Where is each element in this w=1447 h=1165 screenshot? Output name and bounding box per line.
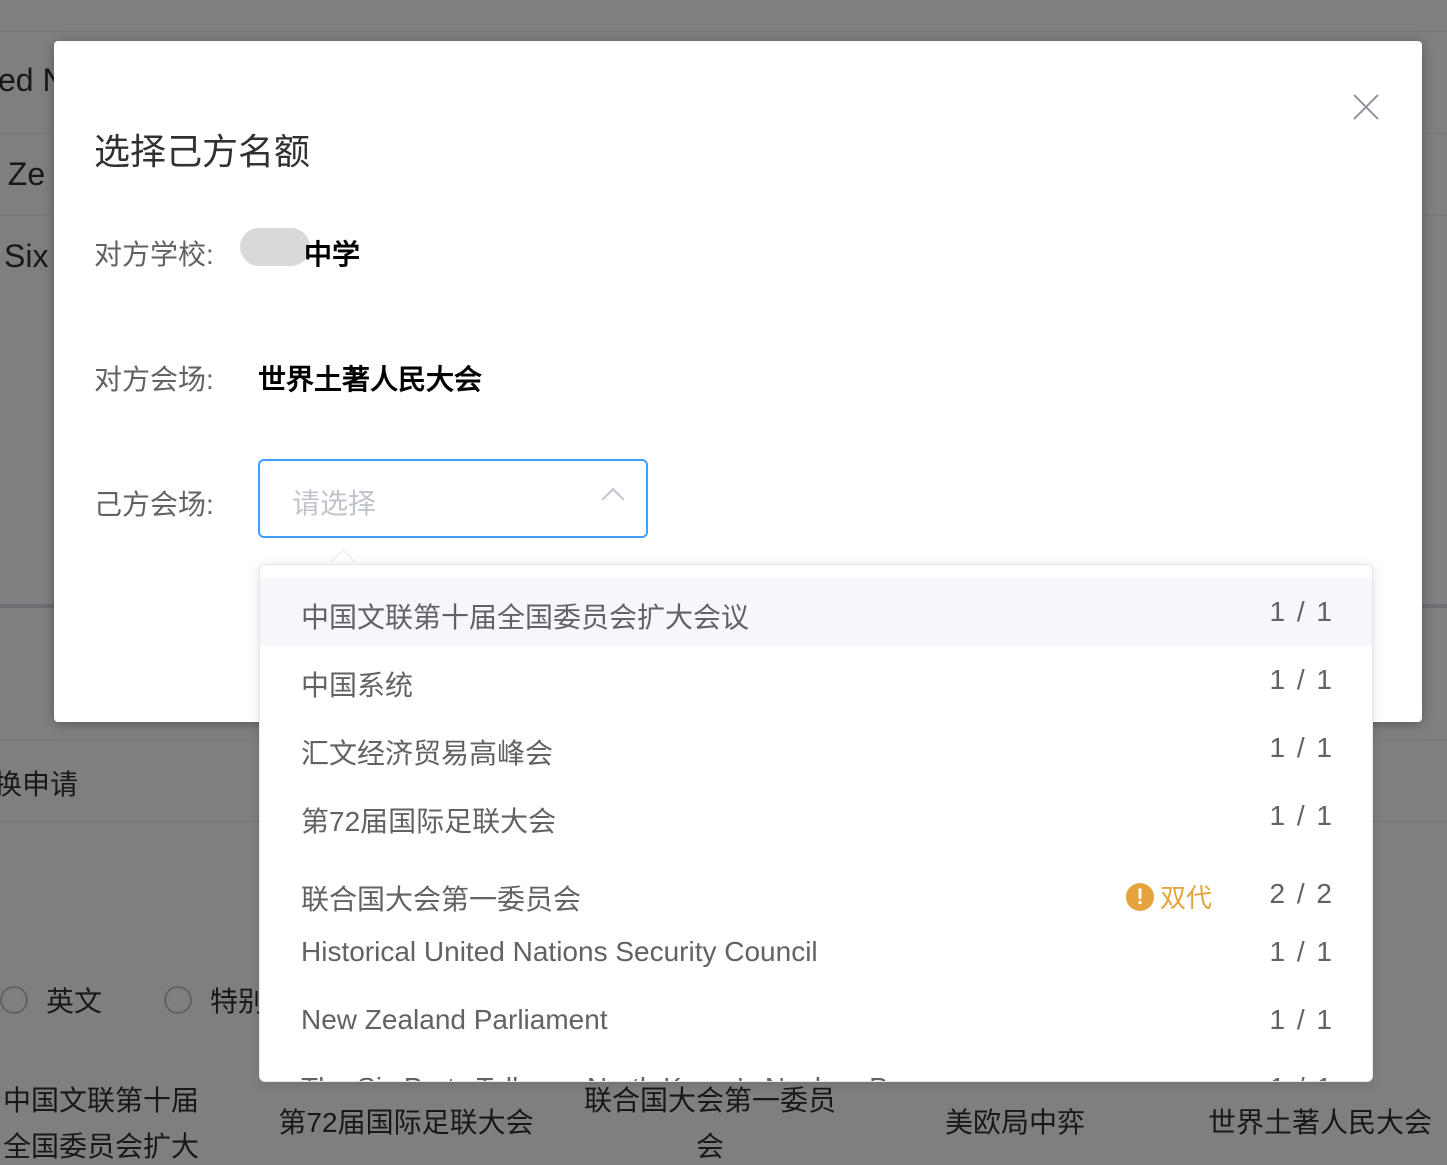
dropdown-option[interactable]: The Six Party Talks on North Korea's Nuc…	[260, 1054, 1372, 1081]
option-quota: 1 / 1	[1269, 596, 1334, 627]
dropdown-option[interactable]: Historical United Nations Security Counc…	[260, 928, 1372, 986]
tag-label: 双代	[1160, 883, 1213, 913]
redacted-blur	[240, 228, 310, 266]
own-venue-label: 己方会场:	[94, 489, 214, 520]
venue-dropdown: 中国文联第十届全国委员会扩大会议 1 / 1 中国系统 1 / 1 汇文经济贸易…	[259, 564, 1373, 1082]
option-name: The Six Party Talks on North Korea's Nuc…	[301, 1072, 977, 1081]
option-name: 汇文经济贸易高峰会	[301, 738, 554, 769]
option-name: 第72届国际足联大会	[301, 806, 557, 837]
dropdown-option[interactable]: New Zealand Parliament 1 / 1	[260, 986, 1372, 1054]
option-quota: 2 / 2	[1269, 878, 1334, 909]
close-icon[interactable]	[1352, 93, 1380, 121]
dropdown-option[interactable]: 中国文联第十届全国委员会扩大会议 1 / 1	[260, 578, 1372, 646]
option-quota: 1 / 1	[1269, 936, 1334, 967]
option-quota: 1 / 1	[1269, 732, 1334, 763]
opponent-venue-value: 世界土著人民大会	[258, 364, 483, 395]
option-name: 中国文联第十届全国委员会扩大会议	[301, 602, 750, 633]
chevron-up-icon[interactable]	[601, 487, 625, 511]
option-name: New Zealand Parliament	[301, 1004, 608, 1035]
option-quota: 1 / 1	[1270, 1072, 1334, 1081]
option-name: 中国系统	[301, 670, 414, 701]
select-placeholder: 请选择	[292, 488, 377, 519]
dialog-title: 选择己方名额	[94, 131, 311, 172]
option-name: Historical United Nations Security Counc…	[301, 936, 818, 967]
opponent-school-value: 中学	[304, 239, 361, 270]
dropdown-option[interactable]: 联合国大会第一委员会 ! 双代 2 / 2	[260, 850, 1372, 928]
warning-icon: !	[1126, 882, 1154, 911]
option-name: 联合国大会第一委员会	[301, 884, 582, 915]
dropdown-option[interactable]: 第72届国际足联大会 1 / 1	[260, 782, 1372, 850]
dropdown-option[interactable]: 中国系统 1 / 1	[260, 646, 1372, 714]
double-delegate-tag: ! 双代	[1126, 878, 1212, 915]
opponent-school-label: 对方学校:	[94, 239, 214, 270]
dropdown-option[interactable]: 汇文经济贸易高峰会 1 / 1	[260, 714, 1372, 782]
option-quota: 1 / 1	[1269, 800, 1334, 831]
own-venue-select[interactable]: 请选择	[258, 459, 648, 538]
opponent-venue-label: 对方会场:	[94, 364, 214, 395]
option-quota: 1 / 1	[1269, 664, 1334, 695]
option-quota: 1 / 1	[1269, 1004, 1334, 1035]
